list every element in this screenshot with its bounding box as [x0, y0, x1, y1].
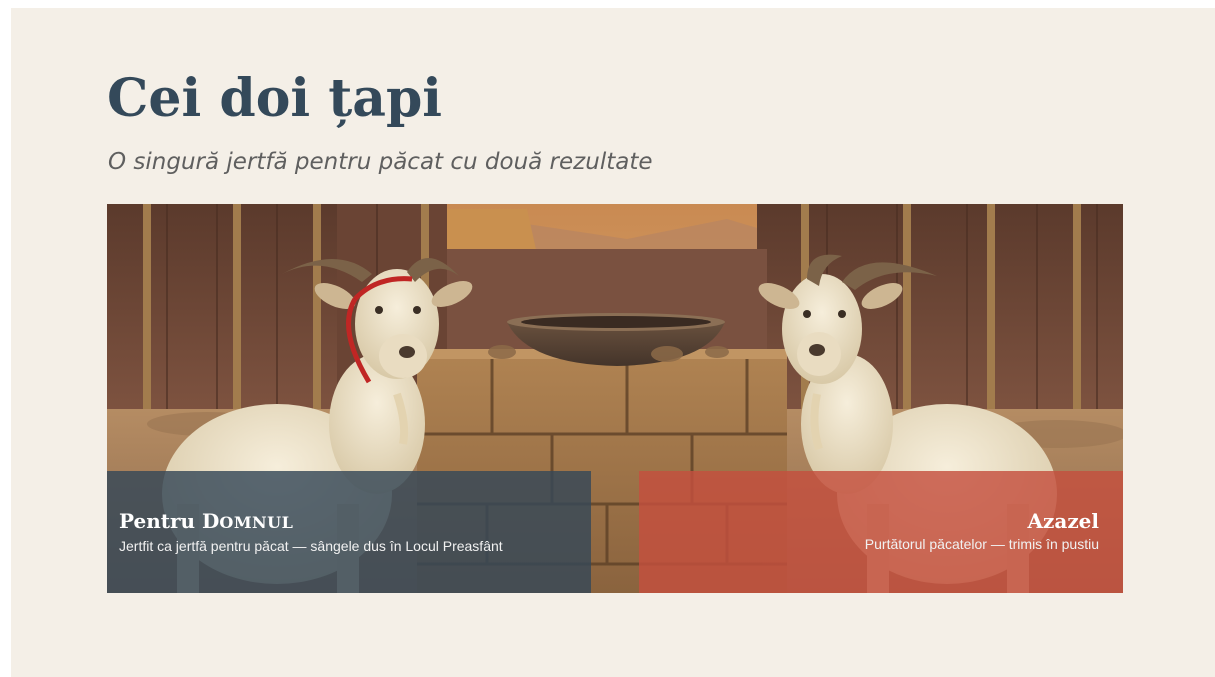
goats-illustration: Pentru DOMNUL Jertfit ca jertfă pentru p…	[107, 204, 1123, 593]
slide-subtitle: O singură jertfă pentru păcat cu două re…	[108, 149, 653, 175]
caption-right-title: Azazel	[1027, 509, 1099, 533]
caption-azazel: Azazel Purtătorul păcatelor — trimis în …	[639, 471, 1123, 593]
caption-left-title-prefix: Pentru D	[119, 509, 220, 533]
caption-left-text: Jertfit ca jertfă pentru păcat — sângele…	[119, 538, 503, 554]
caption-left-title-smallcaps: OMNUL	[219, 513, 294, 532]
caption-right-text: Purtătorul păcatelor — trimis în pustiu	[864, 536, 1099, 552]
slide: Cei doi țapi O singură jertfă pentru păc…	[11, 8, 1215, 677]
caption-pentru-domnul: Pentru DOMNUL Jertfit ca jertfă pentru p…	[107, 471, 591, 593]
caption-left-title: Pentru DOMNUL	[119, 508, 579, 536]
slide-title: Cei doi țapi	[107, 68, 443, 129]
